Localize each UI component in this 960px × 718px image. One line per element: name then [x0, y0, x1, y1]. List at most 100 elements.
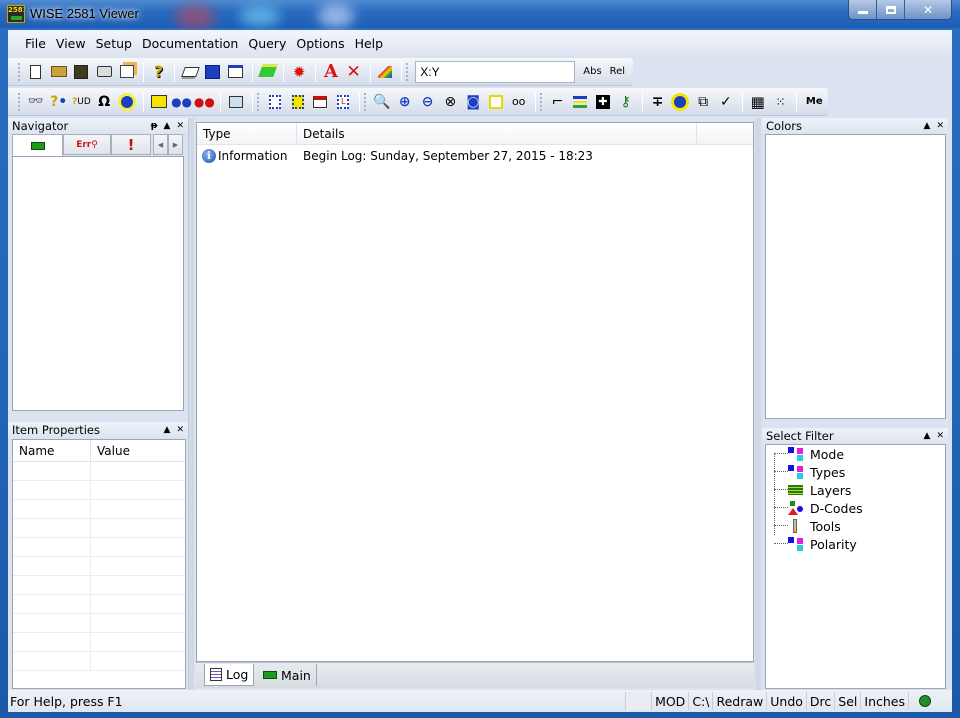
zoom-in-button[interactable]: ⊕	[394, 91, 416, 113]
close-button[interactable]: ✕	[905, 0, 951, 19]
highlight-button[interactable]	[116, 91, 138, 113]
toolbar-grip[interactable]	[539, 92, 543, 111]
coordinate-input[interactable]	[415, 60, 576, 83]
menu-file[interactable]: File	[20, 36, 51, 51]
column-details[interactable]: Details	[297, 123, 697, 144]
toolbar-grip[interactable]	[364, 92, 367, 111]
save-button[interactable]	[70, 61, 92, 83]
toolbar-grip[interactable]	[406, 62, 409, 81]
menu-setup[interactable]: Setup	[91, 36, 137, 51]
highlight-layers-button[interactable]	[257, 61, 279, 83]
zoom-previous-button[interactable]: ⊗	[439, 91, 461, 113]
new-file-button[interactable]	[25, 61, 47, 83]
print-button[interactable]	[93, 61, 115, 83]
query-net-button[interactable]: ?•	[48, 91, 70, 113]
bulb-button[interactable]: ✹	[288, 61, 310, 83]
left-splitter[interactable]	[188, 118, 194, 690]
zoom-select-button[interactable]	[485, 91, 507, 113]
tree-item-tools[interactable]: Tools	[774, 517, 863, 535]
pin-icon[interactable]: ᵽ	[151, 121, 158, 131]
me-button[interactable]: Me	[801, 91, 827, 113]
toolbar-separator	[641, 91, 643, 112]
tab-scroll-right[interactable]: ▶	[168, 134, 183, 155]
column-name[interactable]: Name	[13, 440, 91, 461]
close-panel-icon[interactable]: ✕	[176, 425, 184, 435]
properties-row	[13, 500, 185, 519]
menu-view[interactable]: View	[51, 36, 91, 51]
open-button[interactable]	[48, 61, 70, 83]
menu-documentation[interactable]: Documentation	[137, 36, 243, 51]
tree-item-polarity[interactable]: Polarity	[774, 535, 863, 553]
tab-scroll-left[interactable]: ◀	[153, 134, 168, 155]
cross-section-button[interactable]: ∓	[647, 91, 669, 113]
properties-button[interactable]	[116, 61, 138, 83]
log-row[interactable]: i Information Begin Log: Sunday, Septemb…	[197, 145, 753, 167]
tree-item-layers[interactable]: Layers	[774, 481, 863, 499]
tab-warnings[interactable]: !	[111, 134, 151, 155]
log-type-cell: i Information	[197, 149, 297, 163]
close-panel-icon[interactable]: ✕	[176, 121, 184, 131]
tab-log[interactable]: Log	[204, 664, 255, 686]
query-ud-button[interactable]: ?UD	[71, 91, 93, 113]
help-button[interactable]: ?	[148, 61, 170, 83]
tab-board[interactable]	[12, 134, 63, 156]
tab-errors[interactable]: Err⚲	[63, 134, 111, 155]
minimize-button[interactable]	[849, 0, 877, 19]
property-value-cell	[91, 633, 185, 651]
align-button[interactable]	[569, 91, 591, 113]
flash-button[interactable]	[669, 91, 691, 113]
sofi-button[interactable]	[310, 91, 332, 113]
preview-button[interactable]	[225, 61, 247, 83]
rel-toggle[interactable]: Rel	[610, 66, 625, 77]
collapse-icon[interactable]: ▲	[164, 121, 171, 131]
tab-main[interactable]: Main	[258, 664, 317, 686]
dimension-button[interactable]	[225, 91, 247, 113]
toolbar-grip[interactable]	[257, 92, 260, 111]
toolbar-separator	[283, 61, 285, 82]
glasses-button[interactable]: oo	[508, 91, 530, 113]
menu-query[interactable]: Query	[243, 36, 291, 51]
right-splitter[interactable]	[755, 118, 761, 690]
collapse-icon[interactable]: ▲	[924, 431, 931, 441]
column-type[interactable]: Type	[197, 123, 297, 144]
origin-button[interactable]: ⁙	[770, 91, 792, 113]
collapse-icon[interactable]: ▲	[924, 121, 931, 131]
check-button[interactable]: ✓	[715, 91, 737, 113]
measure-button[interactable]	[148, 91, 170, 113]
distance-button[interactable]: ●●	[171, 91, 193, 113]
zoom-fit-button[interactable]: ◙	[462, 91, 484, 113]
text-button[interactable]: A	[320, 61, 342, 83]
grid-button[interactable]: ▦	[747, 91, 769, 113]
tree-item-mode[interactable]: Mode	[774, 445, 863, 463]
tree-item-d-codes[interactable]: D-Codes	[774, 499, 863, 517]
query-ohm-button[interactable]: Ω	[93, 91, 115, 113]
component-help-button[interactable]	[287, 91, 309, 113]
collapse-icon[interactable]: ▲	[164, 425, 171, 435]
clearance-button[interactable]: ●●	[193, 91, 215, 113]
color-brush-button[interactable]	[375, 61, 397, 83]
tree-item-types[interactable]: Types	[774, 463, 863, 481]
delete-button[interactable]: ✕	[343, 61, 365, 83]
zoom-out-button[interactable]: ⊖	[417, 91, 439, 113]
title-bar: 2581 WISE 2581 Viewer ✕	[0, 0, 960, 30]
close-panel-icon[interactable]: ✕	[936, 121, 944, 131]
key-button[interactable]: ⚷	[615, 91, 637, 113]
close-panel-icon[interactable]: ✕	[936, 431, 944, 441]
menu-help[interactable]: Help	[350, 36, 389, 51]
abs-toggle[interactable]: Abs	[583, 66, 601, 77]
center-button[interactable]: ✚	[592, 91, 614, 113]
highlight-icon	[121, 95, 133, 108]
column-value[interactable]: Value	[91, 440, 185, 461]
select-region-button[interactable]: ⧉	[692, 91, 714, 113]
find-button[interactable]: 👓	[25, 91, 47, 113]
component-query-button[interactable]	[264, 91, 286, 113]
zoom-window-button[interactable]: 🔍	[371, 91, 393, 113]
snap-button[interactable]: ⌐	[547, 91, 569, 113]
toolbar-grip[interactable]	[18, 92, 21, 111]
layers-button[interactable]	[179, 61, 201, 83]
maximize-button[interactable]	[877, 0, 905, 19]
toolbar-grip[interactable]	[18, 62, 21, 81]
component-l-button[interactable]: L	[332, 91, 354, 113]
display-button[interactable]	[202, 61, 224, 83]
menu-options[interactable]: Options	[291, 36, 349, 51]
